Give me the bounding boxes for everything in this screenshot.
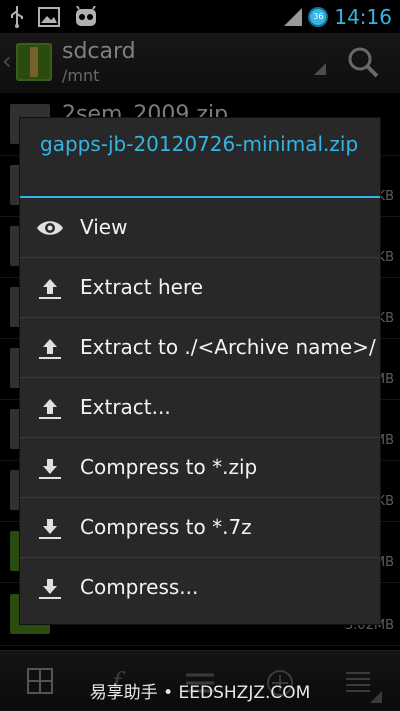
archive-actions-dialog: gapps-jb-20120726-minimal.zip View Extra… xyxy=(20,118,380,624)
watermark-text: 易享助手 • EEDSHZJZ.COM xyxy=(89,683,311,703)
usb-icon xyxy=(10,6,24,32)
menu-item-extract-to-folder[interactable]: Extract to ./<Archive name>/ xyxy=(20,318,380,378)
download-icon xyxy=(39,579,61,599)
upload-icon xyxy=(39,399,61,419)
menu-item-compress[interactable]: Compress... xyxy=(20,558,380,618)
menu-item-label: Extract here xyxy=(80,275,204,299)
download-icon xyxy=(39,519,61,539)
android-debug-icon xyxy=(74,5,98,32)
menu-item-label: Compress to *.7z xyxy=(80,515,252,539)
menu-item-compress-zip[interactable]: Compress to *.zip xyxy=(20,438,380,498)
menu-item-label: Extract to ./<Archive name>/ xyxy=(80,335,376,359)
menu-item-label: Compress to *.zip xyxy=(80,455,258,479)
menu-item-extract-here[interactable]: Extract here xyxy=(20,258,380,318)
sync-icon: 36 xyxy=(308,7,329,27)
menu-item-label: Extract... xyxy=(80,395,171,419)
upload-icon xyxy=(39,279,61,299)
menu-item-extract[interactable]: Extract... xyxy=(20,378,380,438)
signal-icon xyxy=(284,8,303,26)
menu-item-label: Compress... xyxy=(80,575,199,599)
image-icon xyxy=(38,7,60,31)
download-icon xyxy=(39,459,61,479)
dialog-title: gapps-jb-20120726-minimal.zip xyxy=(40,132,359,156)
menu-item-compress-7z[interactable]: Compress to *.7z xyxy=(20,498,380,558)
status-bar: 36 14:16 xyxy=(0,0,400,33)
eye-icon xyxy=(37,221,63,235)
clock: 14:16 xyxy=(334,5,392,29)
upload-icon xyxy=(39,339,61,359)
dialog-menu: View Extract here Extract to ./<Archive … xyxy=(20,198,380,618)
menu-item-view[interactable]: View xyxy=(20,198,380,258)
menu-item-label: View xyxy=(80,215,128,239)
